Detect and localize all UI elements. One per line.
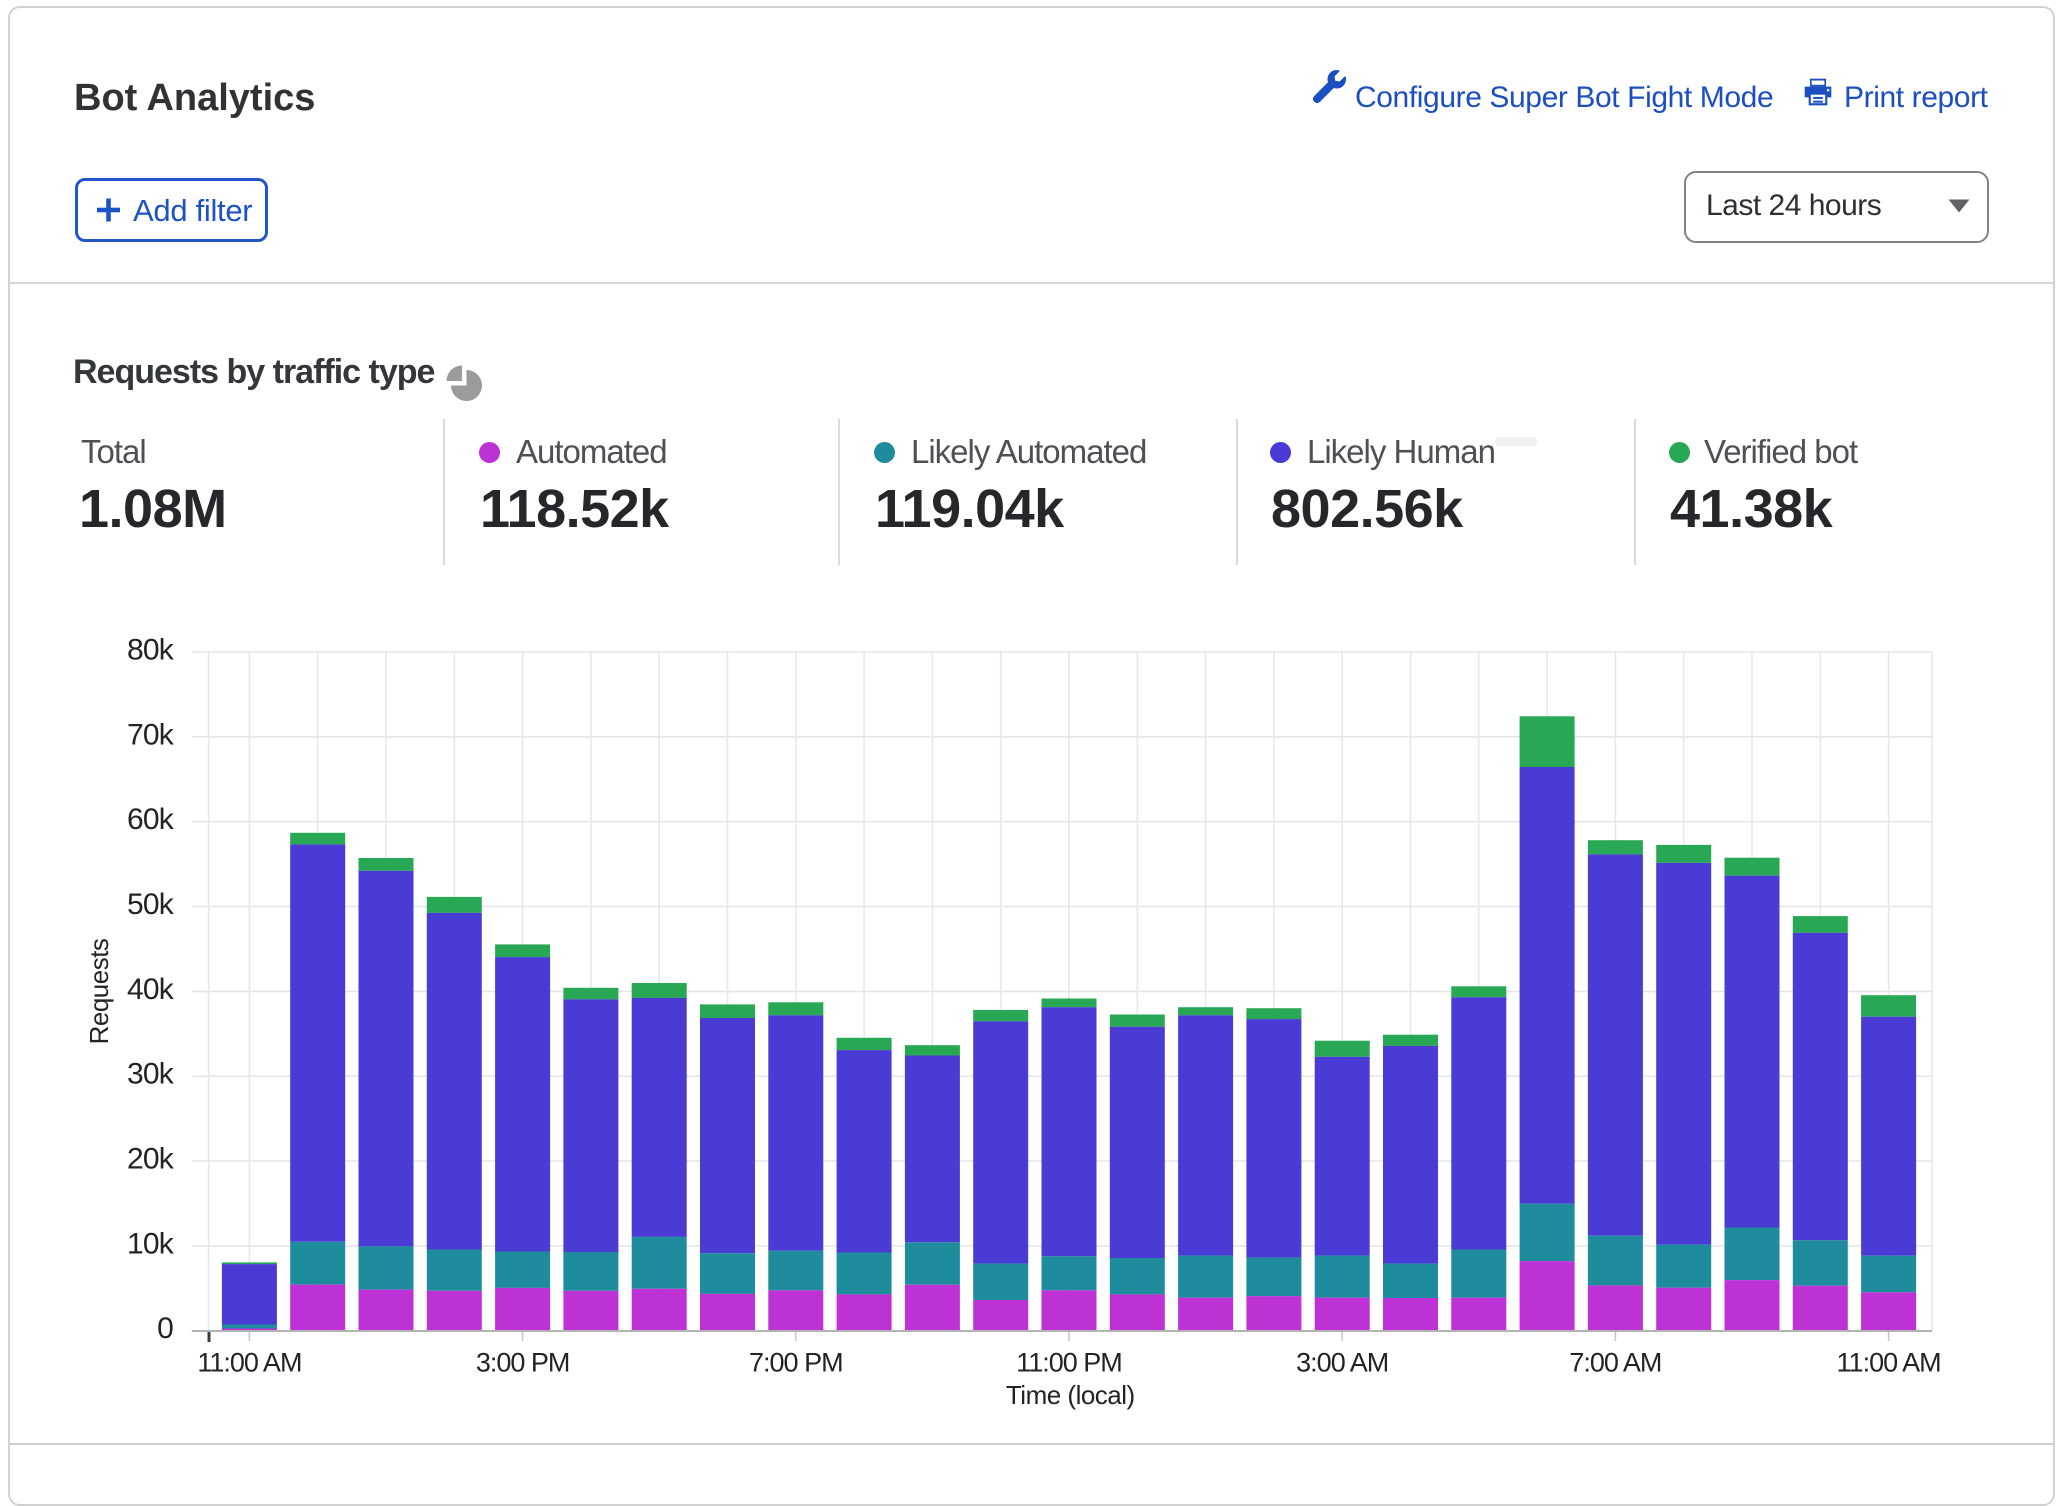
svg-text:60k: 60k	[127, 803, 175, 836]
svg-text:11:00 AM: 11:00 AM	[197, 1348, 301, 1378]
svg-text:3:00 PM: 3:00 PM	[476, 1348, 570, 1378]
svg-text:7:00 AM: 7:00 AM	[1569, 1348, 1661, 1378]
svg-text:11:00 PM: 11:00 PM	[1016, 1348, 1122, 1378]
svg-text:3:00 AM: 3:00 AM	[1296, 1348, 1388, 1378]
svg-text:Requests: Requests	[84, 938, 114, 1044]
svg-text:30k: 30k	[127, 1058, 175, 1091]
svg-text:20k: 20k	[127, 1143, 175, 1176]
svg-text:Time (local): Time (local)	[1006, 1380, 1135, 1410]
svg-text:0: 0	[157, 1312, 173, 1345]
svg-text:50k: 50k	[127, 888, 175, 921]
svg-text:11:00 AM: 11:00 AM	[1837, 1348, 1941, 1378]
svg-text:80k: 80k	[127, 634, 175, 667]
svg-text:70k: 70k	[127, 718, 175, 751]
svg-text:40k: 40k	[127, 973, 175, 1006]
svg-text:7:00 PM: 7:00 PM	[749, 1348, 843, 1378]
svg-text:10k: 10k	[127, 1227, 175, 1260]
